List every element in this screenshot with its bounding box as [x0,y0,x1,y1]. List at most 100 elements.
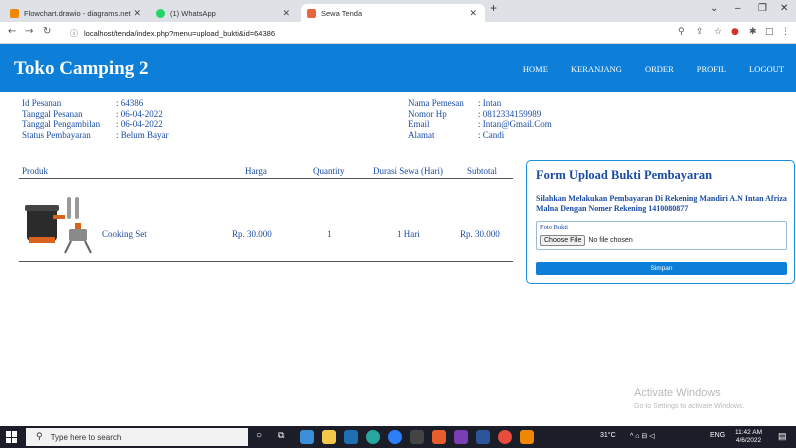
file-input-row: Choose File No file chosen [540,235,633,246]
notification-icon[interactable]: ▤ [778,431,787,442]
info-label: Tanggal Pesanan [22,108,83,119]
info-value: : 64386 [116,98,144,108]
chrome-active-icon[interactable] [498,430,512,444]
share-icon[interactable]: ⇪ [696,27,704,37]
close-icon[interactable]: ✕ [469,8,477,19]
language-indicator[interactable]: ENG [710,432,725,439]
drawio-app-icon[interactable] [520,430,534,444]
tab-title: Sewa Tenda [321,8,363,18]
forward-icon[interactable]: → [25,26,33,37]
col-quantity: Quantity [313,166,345,176]
task-view-icon[interactable]: ⧉ [278,430,284,441]
table-header: Produk Harga Quantity Durasi Sewa (Hari)… [19,162,513,179]
browser-tab-bar: Flowchart.drawio - diagrams.net ✕ (1) Wh… [0,0,796,22]
site-header: Toko Camping 2 HOME KERANJANG ORDER PROF… [0,44,796,92]
nav-profil[interactable]: PROFIL [697,64,726,74]
info-label: Tanggal Pengambilan [22,119,101,129]
info-row: Nomor Hp : 0812334159989 [408,109,552,120]
main-nav: HOME KERANJANG ORDER PROFIL LOGOUT [500,64,784,74]
drawio-icon [10,8,19,18]
address-bar: ← → ↻ ⓘ localhost/tenda/index.php?menu=u… [0,22,796,44]
tray-icons[interactable]: ^ ⌂ ⊟ ◁ [630,432,655,440]
upload-form-card: Form Upload Bukti Pembayaran Silahkan Me… [526,160,795,284]
info-label: Status Pembayaran [22,129,91,140]
info-label: Nomor Hp [408,108,447,119]
chevron-down-icon[interactable]: ⌄ [710,3,718,14]
back-icon[interactable]: ← [8,26,16,37]
tab-title: (1) WhatsApp [170,8,216,18]
search-icon: ⚲ [36,432,43,442]
info-value: : Intan [478,98,502,108]
extension-icon[interactable]: ● [731,27,739,37]
windows-start-icon[interactable] [6,431,18,443]
info-row: Nama Pemesan: Intan [408,98,552,109]
nav-logout[interactable]: LOGOUT [749,64,784,74]
info-value: : Intan@Gmail.Com [478,119,552,129]
edge-app-icon[interactable] [366,430,380,444]
nav-home[interactable]: HOME [523,64,548,74]
file-explorer-icon[interactable] [322,430,336,444]
profile-icon[interactable]: ⋮ [781,27,790,37]
col-produk: Produk [22,166,49,176]
file-label: Foto Bukti [540,224,568,231]
url-input[interactable]: ⓘ localhost/tenda/index.php?menu=upload_… [70,25,710,41]
info-label: Id Pesanan [22,98,62,108]
form-description: Silahkan Melakukan Pembayaran Di Rekenin… [536,194,787,213]
minimize-icon[interactable]: – [735,3,741,14]
product-qty: 1 [327,229,332,239]
tab-whatsapp[interactable]: (1) WhatsApp ✕ [150,4,298,22]
table-row: Cooking Set Rp. 30.000 1 1 Hari Rp. 30.0… [19,179,513,262]
taskbar-search[interactable]: ⚲ Type here to search [26,428,248,446]
extensions-puzzle-icon[interactable]: ✱ [749,27,757,37]
vscode-app-icon[interactable] [454,430,468,444]
mail-app-icon[interactable] [300,430,314,444]
close-icon[interactable]: ✕ [133,8,141,19]
info-row: Id Pesanan : 64386 [22,98,169,109]
close-icon[interactable]: ✕ [282,8,290,19]
store-app-icon[interactable] [344,430,358,444]
new-tab-button[interactable]: + [490,1,497,15]
product-table: Produk Harga Quantity Durasi Sewa (Hari)… [19,162,513,262]
reload-icon[interactable]: ↻ [43,26,51,37]
info-label: Email [408,119,430,129]
clock-date: 4/6/2022 [735,437,762,444]
info-row: Tanggal Pengambilan : 06-04-2022 [22,119,169,130]
chrome-app-icon[interactable] [388,430,402,444]
simpan-button[interactable]: Simpan [536,262,787,275]
info-value: : 06-04-2022 [116,119,163,129]
whatsapp-icon [156,8,165,18]
search-placeholder: Type here to search [50,432,122,442]
tab-title: Flowchart.drawio - diagrams.net [24,8,131,18]
word-app-icon[interactable] [476,430,490,444]
info-row: Email : Intan@Gmail.Com [408,119,552,130]
choose-file-button[interactable]: Choose File [540,235,586,246]
activate-windows-subtitle: Go to Settings to activate Windows. [634,403,745,410]
nav-keranjang[interactable]: KERANJANG [571,64,622,74]
info-value: : Belum Bayar [116,129,169,140]
info-row: Tanggal Pesanan: 06-04-2022 [22,109,169,120]
info-icon[interactable]: ⓘ [70,28,78,39]
maximize-icon[interactable]: ❐ [758,3,767,14]
tab-sewa-tenda[interactable]: Sewa Tenda ✕ [301,4,485,22]
info-value: : Candi [478,129,505,140]
col-durasi: Durasi Sewa (Hari) [373,166,443,176]
zoom-icon[interactable]: ⚲ [678,27,685,37]
terminal-app-icon[interactable] [410,430,424,444]
product-subtotal: Rp. 30.000 [460,229,500,239]
tab-flowchart[interactable]: Flowchart.drawio - diagrams.net ✕ [4,4,149,22]
cortana-icon[interactable]: ○ [256,430,262,441]
info-value: : 0812334159989 [478,108,542,119]
site-favicon-icon [307,8,316,18]
bookmark-star-icon[interactable]: ☆ [714,27,722,37]
close-window-icon[interactable]: ✕ [780,3,788,14]
activate-windows-title: Activate Windows [634,387,721,399]
url-text: localhost/tenda/index.php?menu=upload_bu… [84,28,275,38]
xampp-app-icon[interactable] [432,430,446,444]
info-row: Status Pembayaran : Belum Bayar [22,130,169,141]
weather-text[interactable]: 31°C [600,432,616,439]
clock[interactable]: 11:42 AM 4/6/2022 [735,429,762,445]
order-info-right: Nama Pemesan: Intan Nomor Hp : 0812334159… [408,98,552,140]
order-info-left: Id Pesanan: 64386 Tanggal Pesanan: 06-04… [22,98,169,140]
nav-order[interactable]: ORDER [645,64,674,74]
sidepanel-icon[interactable]: □ [765,27,774,37]
